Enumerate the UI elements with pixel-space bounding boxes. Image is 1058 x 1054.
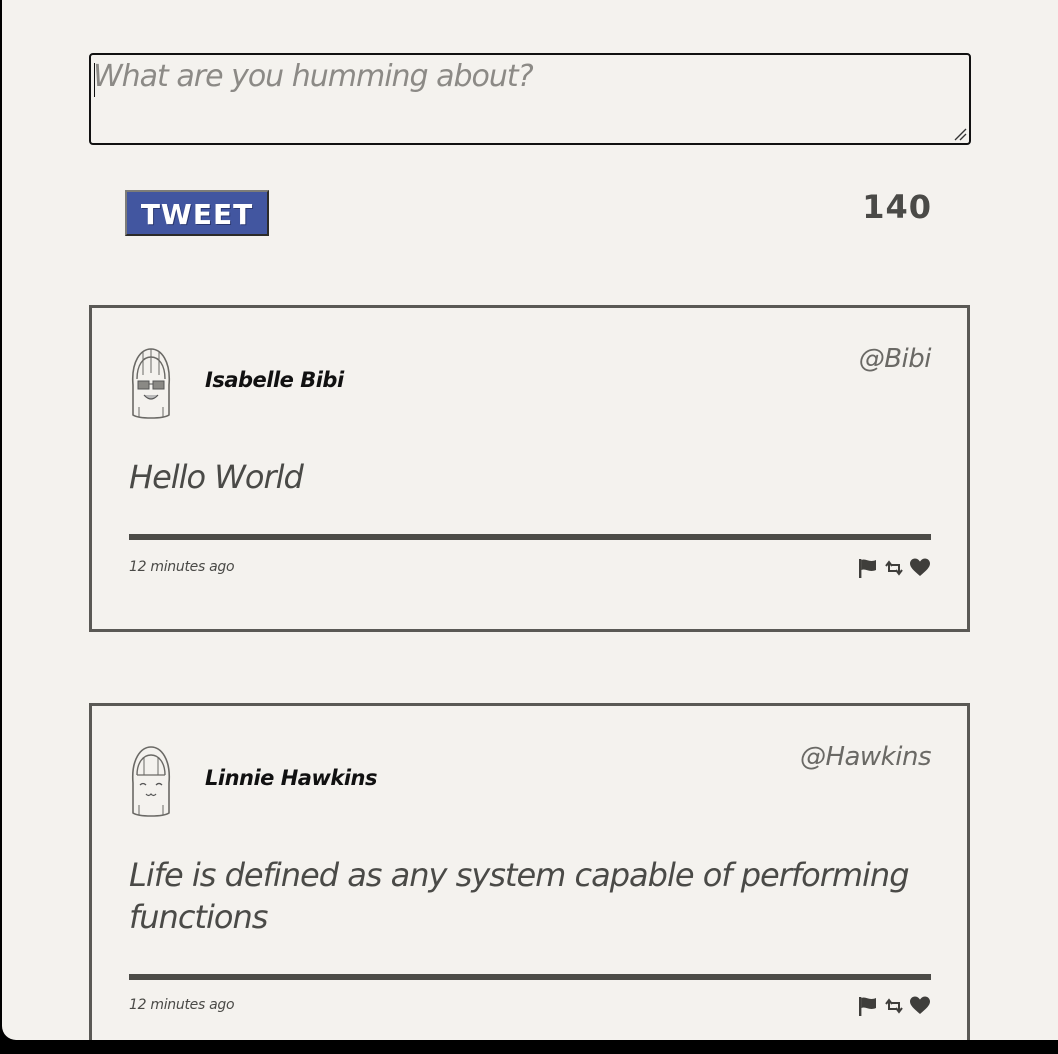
- tweet-text: Life is defined as any system capable of…: [129, 856, 910, 936]
- tweet-timestamp: 12 minutes ago: [129, 559, 235, 575]
- tweet-card: Linnie Hawkins @Hawkins Life is defined …: [89, 703, 970, 1040]
- heart-icon[interactable]: [909, 557, 931, 579]
- text-caret: [94, 63, 95, 97]
- flag-icon[interactable]: [857, 557, 879, 579]
- bottom-status-bar: [0, 1040, 1058, 1054]
- compose-input[interactable]: [91, 55, 969, 143]
- tweet-actions: [857, 995, 931, 1017]
- app-page: TWEET 140 Isabelle Bibi @Bibi Hello Worl…: [2, 0, 1058, 1040]
- avatar-smile-icon: [131, 746, 171, 817]
- compose-box[interactable]: [89, 53, 971, 145]
- author-name[interactable]: Linnie Hawkins: [205, 766, 378, 790]
- tweet-text: Hello World: [129, 458, 304, 496]
- char-counter: 140: [862, 188, 932, 226]
- tweet-button[interactable]: TWEET: [125, 190, 269, 236]
- retweet-icon[interactable]: [883, 557, 905, 579]
- retweet-icon[interactable]: [883, 995, 905, 1017]
- avatar-glasses-icon: [131, 348, 171, 419]
- tweet-actions: [857, 557, 931, 579]
- author-handle[interactable]: @Bibi: [859, 344, 932, 374]
- tweet-timestamp: 12 minutes ago: [129, 997, 235, 1013]
- resize-grip-icon[interactable]: [953, 127, 967, 141]
- author-handle[interactable]: @Hawkins: [800, 742, 932, 772]
- flag-icon[interactable]: [857, 995, 879, 1017]
- tweet-card: Isabelle Bibi @Bibi Hello World 12 minut…: [89, 305, 970, 632]
- heart-icon[interactable]: [909, 995, 931, 1017]
- tweet-divider: [129, 974, 931, 980]
- author-name[interactable]: Isabelle Bibi: [205, 368, 344, 392]
- tweet-divider: [129, 534, 931, 540]
